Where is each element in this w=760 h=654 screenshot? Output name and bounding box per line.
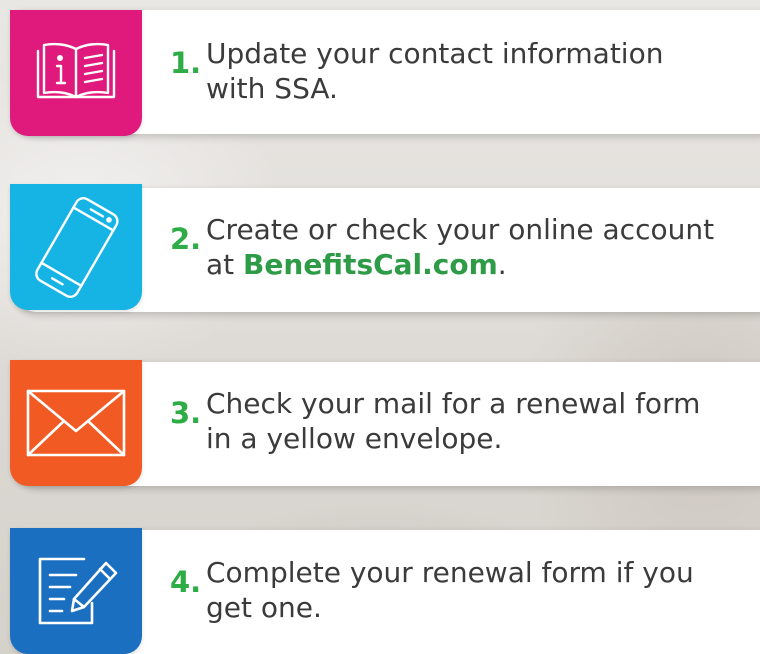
step-icon-tile-2 (10, 184, 142, 310)
step-text-3: 3. Check your mail for a renewal form in… (170, 386, 726, 456)
step-description-3: Check your mail for a renewal form in a … (206, 387, 701, 455)
step-text-4: 4. Complete your renewal form if you get… (170, 555, 726, 625)
step-icon-tile-1 (10, 10, 142, 136)
step-icon-tile-3 (10, 360, 142, 486)
book-info-icon (36, 42, 116, 99)
step-number-1: 1. (170, 46, 202, 80)
step-number-4: 4. (170, 565, 202, 599)
step-description-2: Create or check your online account at B… (206, 212, 726, 282)
step-description-1: Update your contact information with SSA… (206, 37, 664, 105)
step-number-3: 3. (170, 396, 202, 430)
step-text-2: 2. Create or check your online account a… (170, 212, 726, 282)
step-description-2-end: . (497, 248, 507, 281)
step-description-4: Complete your renewal form if you get on… (206, 556, 694, 624)
step-icon-tile-4 (10, 528, 142, 654)
step-text-1: 1. Update your contact information with … (170, 36, 726, 106)
smartphone-icon (35, 197, 119, 298)
step-number-2: 2. (170, 222, 202, 256)
envelope-icon (26, 389, 126, 457)
pen-document-icon (38, 557, 118, 625)
benefitscal-link[interactable]: BenefitsCal.com (243, 248, 498, 281)
